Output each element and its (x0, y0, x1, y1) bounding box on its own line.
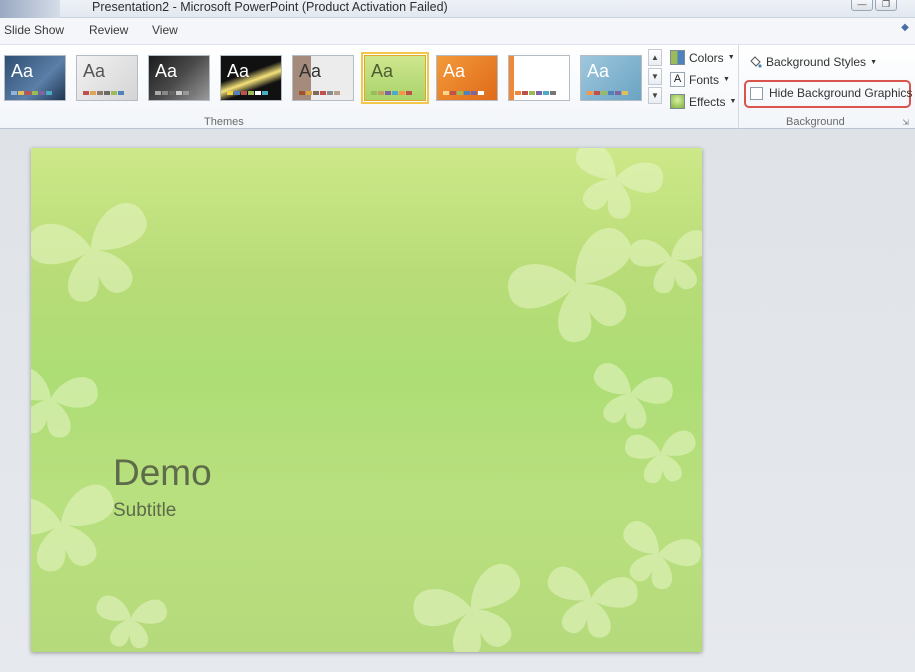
scroll-up-icon[interactable]: ▲ (648, 49, 662, 66)
background-group-label: Background (786, 116, 845, 128)
colors-label: Colors (689, 50, 724, 65)
ribbon: Aa Aa Aa Aa Aa Aa Aa Aa ▲ ▼ ▼ Colors ▼ A… (0, 44, 915, 130)
scroll-down-icon[interactable]: ▼ (648, 68, 662, 85)
tab-view[interactable]: View (152, 23, 178, 37)
colors-button[interactable]: Colors ▼ (670, 50, 735, 65)
colors-icon (670, 50, 685, 65)
effects-label: Effects (689, 94, 726, 109)
butterfly-background-graphics (31, 148, 702, 652)
window-controls: — ❐ (851, 0, 897, 11)
slide-title[interactable]: Demo (113, 452, 212, 494)
dialog-launcher-icon[interactable]: ⇲ (902, 118, 909, 127)
fonts-label: Fonts (689, 72, 720, 87)
chevron-down-icon: ▼ (723, 76, 730, 83)
theme-thumbnail-3[interactable]: Aa (148, 55, 210, 101)
minimize-icon[interactable]: — (851, 0, 873, 11)
themes-group-label: Themes (204, 116, 244, 128)
theme-thumbnail-1[interactable]: Aa (4, 55, 66, 101)
tab-review[interactable]: Review (89, 23, 128, 37)
chevron-down-icon: ▼ (729, 98, 737, 105)
theme-thumbnail-4[interactable]: Aa (220, 55, 282, 101)
theme-thumbnail-5[interactable]: Aa (292, 55, 354, 101)
quick-access-toolbar[interactable] (0, 0, 60, 18)
effects-icon (670, 94, 685, 109)
window-title: Presentation2 - Microsoft PowerPoint (Pr… (92, 0, 448, 14)
theme-gallery-scroll: ▲ ▼ ▼ (648, 49, 662, 104)
background-styles-label: Background Styles (766, 55, 867, 69)
chevron-down-icon: ▼ (870, 58, 877, 66)
tab-slide-show[interactable]: Slide Show (4, 23, 64, 37)
ribbon-tabs: Slide Show Review View ◆ (0, 18, 915, 44)
effects-button[interactable]: Effects ▼ (670, 94, 736, 109)
theme-thumbnail-2[interactable]: Aa (76, 55, 138, 101)
fonts-button[interactable]: A Fonts ▼ (670, 72, 730, 87)
slide-editing-pane: Demo Subtitle (0, 130, 915, 672)
hide-background-graphics-label: Hide Background Graphics (769, 86, 913, 100)
themes-group: Aa Aa Aa Aa Aa Aa Aa Aa ▲ ▼ ▼ Colors ▼ A… (0, 45, 739, 130)
theme-thumbnail-6-selected[interactable]: Aa (361, 52, 429, 104)
paint-bucket-icon (748, 55, 762, 69)
background-group: Background Styles ▼ Hide Background Grap… (740, 45, 915, 130)
theme-thumbnail-8[interactable] (508, 55, 570, 101)
slide-canvas[interactable]: Demo Subtitle (31, 148, 702, 652)
hide-background-graphics-checkbox[interactable]: Hide Background Graphics (750, 86, 912, 100)
checkbox-icon[interactable] (750, 86, 763, 100)
chevron-down-icon: ▼ (727, 54, 735, 61)
slide-subtitle[interactable]: Subtitle (113, 500, 176, 522)
gallery-more-icon[interactable]: ▼ (648, 87, 662, 104)
theme-thumbnail-9[interactable]: Aa (580, 55, 642, 101)
fonts-icon: A (670, 72, 685, 87)
title-bar: Presentation2 - Microsoft PowerPoint (Pr… (0, 0, 915, 18)
background-styles-button[interactable]: Background Styles ▼ (748, 55, 877, 69)
restore-icon[interactable]: ❐ (875, 0, 897, 11)
ribbon-help-icon[interactable]: ◆ (899, 22, 911, 34)
theme-thumbnail-7[interactable]: Aa (436, 55, 498, 101)
